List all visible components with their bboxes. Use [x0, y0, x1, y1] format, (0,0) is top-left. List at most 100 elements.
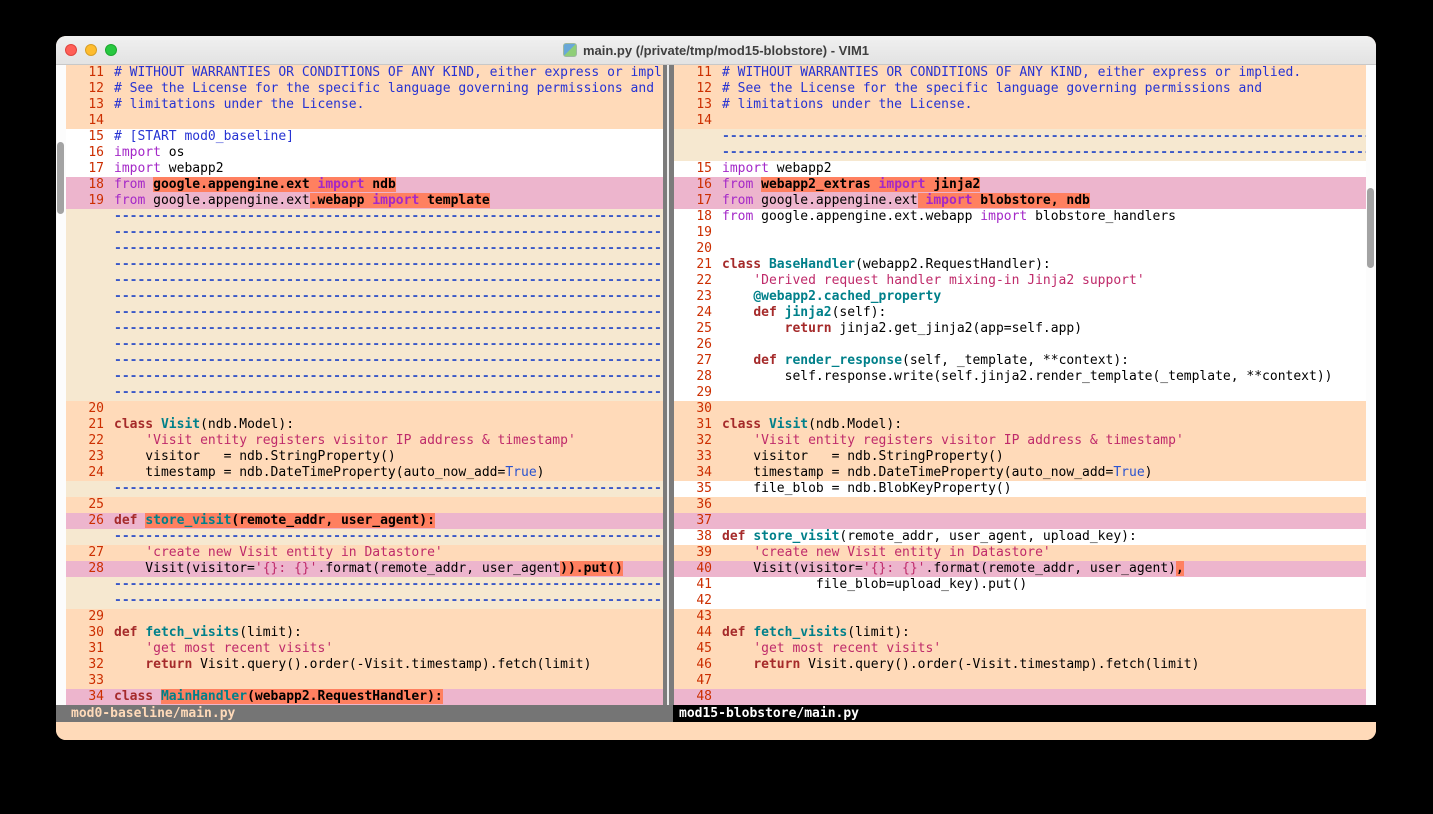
code-line[interactable]: 40 Visit(visitor='{}: {}'.format(remote_…	[674, 561, 1366, 577]
code-line[interactable]: 16from webapp2_extras import jinja2	[674, 177, 1366, 193]
minimize-button[interactable]	[85, 44, 97, 56]
code-line[interactable]: 12# See the License for the specific lan…	[66, 81, 663, 97]
code-line[interactable]: 13# limitations under the License.	[674, 97, 1366, 113]
code-line[interactable]: 39 'create new Visit entity in Datastore…	[674, 545, 1366, 561]
code-line[interactable]: 32 return Visit.query().order(-Visit.tim…	[66, 657, 663, 673]
diff-filler-line[interactable]: ----------------------------------------…	[66, 369, 663, 385]
code-line[interactable]: 33	[66, 673, 663, 689]
code-line[interactable]: 27 'create new Visit entity in Datastore…	[66, 545, 663, 561]
code-line[interactable]: 27 def render_response(self, _template, …	[674, 353, 1366, 369]
code-line[interactable]: 23 visitor = ndb.StringProperty()	[66, 449, 663, 465]
code-line[interactable]: 45 'get most recent visits'	[674, 641, 1366, 657]
code-text: return Visit.query().order(-Visit.timest…	[114, 657, 663, 673]
left-scrollbar-thumb[interactable]	[57, 142, 64, 214]
diff-filler-line[interactable]: ----------------------------------------…	[66, 225, 663, 241]
code-line[interactable]: 11# WITHOUT WARRANTIES OR CONDITIONS OF …	[66, 65, 663, 81]
code-line[interactable]: 29	[66, 609, 663, 625]
diff-filler-line[interactable]: ----------------------------------------…	[674, 145, 1366, 161]
code-line[interactable]: 47	[674, 673, 1366, 689]
diff-filler-line[interactable]: ----------------------------------------…	[674, 129, 1366, 145]
right-scrollbar-track[interactable]	[1366, 65, 1376, 705]
code-line[interactable]: 28 self.response.write(self.jinja2.rende…	[674, 369, 1366, 385]
diff-pane-right[interactable]: 11# WITHOUT WARRANTIES OR CONDITIONS OF …	[674, 65, 1366, 705]
code-line[interactable]: 21class BaseHandler(webapp2.RequestHandl…	[674, 257, 1366, 273]
code-line[interactable]: 14	[66, 113, 663, 129]
diff-filler-line[interactable]: ----------------------------------------…	[66, 241, 663, 257]
code-line[interactable]: 30def fetch_visits(limit):	[66, 625, 663, 641]
code-line[interactable]: 46 return Visit.query().order(-Visit.tim…	[674, 657, 1366, 673]
diff-filler-line[interactable]: ----------------------------------------…	[66, 577, 663, 593]
diff-filler-line[interactable]: ----------------------------------------…	[66, 353, 663, 369]
diff-pane-left[interactable]: 11# WITHOUT WARRANTIES OR CONDITIONS OF …	[66, 65, 663, 705]
line-number: 31	[66, 641, 114, 657]
diff-filler-line[interactable]: ----------------------------------------…	[66, 257, 663, 273]
code-line[interactable]: 22 'Visit entity registers visitor IP ad…	[66, 433, 663, 449]
code-line[interactable]: 17from google.appengine.ext import blobs…	[674, 193, 1366, 209]
code-line[interactable]: 25	[66, 497, 663, 513]
right-scrollbar-thumb[interactable]	[1367, 188, 1374, 268]
diff-filler-line[interactable]: ----------------------------------------…	[66, 337, 663, 353]
code-line[interactable]: 11# WITHOUT WARRANTIES OR CONDITIONS OF …	[674, 65, 1366, 81]
code-line[interactable]: 18from google.appengine.ext.webapp impor…	[674, 209, 1366, 225]
vertical-split-handle[interactable]	[663, 65, 674, 705]
code-line[interactable]: 13# limitations under the License.	[66, 97, 663, 113]
code-line[interactable]: 42	[674, 593, 1366, 609]
diff-filler-line[interactable]: ----------------------------------------…	[66, 305, 663, 321]
statusline-active[interactable]: mod15-blobstore/main.py	[673, 705, 1376, 722]
diff-filler-line[interactable]: ----------------------------------------…	[66, 481, 663, 497]
code-line[interactable]: 38def store_visit(remote_addr, user_agen…	[674, 529, 1366, 545]
diff-filler-line[interactable]: ----------------------------------------…	[66, 529, 663, 545]
code-line[interactable]: 19from google.appengine.ext.webapp impor…	[66, 193, 663, 209]
code-line[interactable]: 37	[674, 513, 1366, 529]
code-line[interactable]: 48	[674, 689, 1366, 705]
code-line[interactable]: 15import webapp2	[674, 161, 1366, 177]
code-line[interactable]: 16import os	[66, 145, 663, 161]
code-line[interactable]: 14	[674, 113, 1366, 129]
code-line[interactable]: 29	[674, 385, 1366, 401]
diff-filler-line[interactable]: ----------------------------------------…	[66, 209, 663, 225]
command-line[interactable]	[56, 722, 1376, 740]
diff-filler-line[interactable]: ----------------------------------------…	[66, 273, 663, 289]
code-line[interactable]: 24 def jinja2(self):	[674, 305, 1366, 321]
code-line[interactable]: 41 file_blob=upload_key).put()	[674, 577, 1366, 593]
code-line[interactable]: 30	[674, 401, 1366, 417]
code-line[interactable]: 28 Visit(visitor='{}: {}'.format(remote_…	[66, 561, 663, 577]
code-text: import webapp2	[114, 161, 663, 177]
code-line[interactable]: 31 'get most recent visits'	[66, 641, 663, 657]
code-line[interactable]: 34class MainHandler(webapp2.RequestHandl…	[66, 689, 663, 705]
code-line[interactable]: 21class Visit(ndb.Model):	[66, 417, 663, 433]
diff-filler-line[interactable]: ----------------------------------------…	[66, 289, 663, 305]
code-line[interactable]: 26def store_visit(remote_addr, user_agen…	[66, 513, 663, 529]
code-line[interactable]: 17import webapp2	[66, 161, 663, 177]
line-number: 36	[674, 497, 722, 513]
code-line[interactable]: 23 @webapp2.cached_property	[674, 289, 1366, 305]
code-line[interactable]: 18from google.appengine.ext import ndb	[66, 177, 663, 193]
line-number: 30	[674, 401, 722, 417]
code-line[interactable]: 20	[66, 401, 663, 417]
statusline-inactive[interactable]: mod0-baseline/main.py	[56, 705, 673, 722]
close-button[interactable]	[65, 44, 77, 56]
code-line[interactable]: 31class Visit(ndb.Model):	[674, 417, 1366, 433]
code-line[interactable]: 34 timestamp = ndb.DateTimeProperty(auto…	[674, 465, 1366, 481]
title-bar[interactable]: main.py (/private/tmp/mod15-blobstore) -…	[56, 36, 1376, 65]
code-line[interactable]: 15# [START mod0_baseline]	[66, 129, 663, 145]
diff-filler-line[interactable]: ----------------------------------------…	[66, 385, 663, 401]
code-line[interactable]: 33 visitor = ndb.StringProperty()	[674, 449, 1366, 465]
code-text: ----------------------------------------…	[114, 305, 663, 321]
code-line[interactable]: 12# See the License for the specific lan…	[674, 81, 1366, 97]
code-line[interactable]: 26	[674, 337, 1366, 353]
diff-filler-line[interactable]: ----------------------------------------…	[66, 321, 663, 337]
code-line[interactable]: 19	[674, 225, 1366, 241]
line-number: 24	[66, 465, 114, 481]
code-line[interactable]: 20	[674, 241, 1366, 257]
code-line[interactable]: 25 return jinja2.get_jinja2(app=self.app…	[674, 321, 1366, 337]
code-line[interactable]: 36	[674, 497, 1366, 513]
code-line[interactable]: 24 timestamp = ndb.DateTimeProperty(auto…	[66, 465, 663, 481]
diff-filler-line[interactable]: ----------------------------------------…	[66, 593, 663, 609]
zoom-button[interactable]	[105, 44, 117, 56]
code-line[interactable]: 22 'Derived request handler mixing-in Ji…	[674, 273, 1366, 289]
code-line[interactable]: 43	[674, 609, 1366, 625]
code-line[interactable]: 44def fetch_visits(limit):	[674, 625, 1366, 641]
code-line[interactable]: 32 'Visit entity registers visitor IP ad…	[674, 433, 1366, 449]
code-line[interactable]: 35 file_blob = ndb.BlobKeyProperty()	[674, 481, 1366, 497]
